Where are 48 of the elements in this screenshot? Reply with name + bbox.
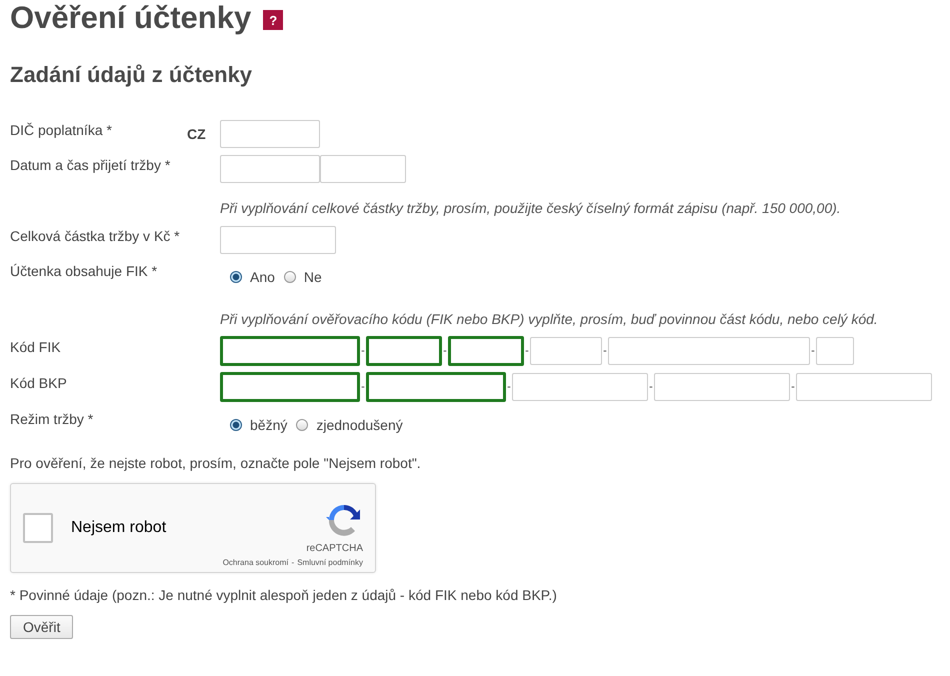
separator: - (602, 345, 608, 357)
field-label: Celková částka tržby v Kč * (10, 227, 181, 244)
option-label: běžný (250, 417, 288, 433)
date-field[interactable] (220, 154, 320, 182)
code-segment-field[interactable] (448, 336, 524, 366)
field-label: Datum a čas přijetí tržby * (10, 156, 172, 173)
field-label: Kód FIK (10, 338, 62, 355)
radio-button[interactable] (230, 271, 242, 283)
captcha-label: Nejsem robot (71, 519, 168, 537)
hint-text: Při vyplňování ověřovacího kódu (FIK nebo BKP) vyplňte, prosím, buď povinnou část kódu, nebo celý kód. (220, 311, 879, 327)
captcha-instruction: Pro ověření, že nejste robot, prosím, označte pole "Nejsem robot". (10, 455, 422, 471)
field-label: Kód BKP (10, 374, 68, 391)
link-separator: - (292, 558, 294, 567)
radio-button[interactable] (284, 271, 296, 283)
code-segment-field[interactable] (220, 336, 360, 366)
verify-button[interactable]: Ověřit (10, 615, 74, 639)
code-segment-field[interactable] (220, 372, 360, 402)
separator: - (506, 381, 512, 393)
code-segment-field[interactable] (366, 372, 506, 402)
required-note: * Povinné údaje (pozn.: Je nutné vyplnit alespoň jeden z údajů - kód FIK nebo kód BKP.) (10, 587, 558, 603)
time-field[interactable] (320, 154, 406, 182)
country-prefix: CZ (187, 126, 207, 142)
option-label: Ne (304, 269, 322, 285)
separator: - (360, 345, 366, 357)
separator: - (810, 345, 816, 357)
hint-text: Při vyplňování celkové částky tržby, prosím, použijte český číselný formát zápisu (např. 150 000,00). (220, 200, 842, 216)
page-title: Ověření účtenky (10, 0, 252, 36)
input-field[interactable] (220, 226, 336, 254)
separator: - (442, 345, 448, 357)
option-label: zjednodušený (316, 417, 403, 433)
field-label: DIČ poplatníka * (10, 121, 113, 138)
captcha-checkbox[interactable] (23, 513, 53, 543)
help-button[interactable]: ? (263, 10, 284, 30)
separator: - (360, 381, 366, 393)
code-segment-field[interactable] (366, 336, 442, 366)
radio-button[interactable] (296, 419, 308, 431)
field-label: Režim tržby * (10, 410, 94, 427)
separator: - (524, 345, 530, 357)
privacy-link[interactable]: Ochrana soukromí (222, 558, 289, 567)
input-field[interactable] (220, 120, 320, 148)
captcha-brand: reCAPTCHA (306, 543, 363, 554)
separator: - (648, 381, 654, 393)
radio-button[interactable] (230, 419, 242, 431)
terms-link[interactable]: Smluvní podmínky (297, 558, 363, 567)
field-label: Účtenka obsahuje FIK * (10, 262, 158, 279)
separator: - (790, 381, 796, 393)
section-title: Zadání údajů z účtenky (10, 62, 254, 89)
option-label: Ano (250, 269, 275, 285)
